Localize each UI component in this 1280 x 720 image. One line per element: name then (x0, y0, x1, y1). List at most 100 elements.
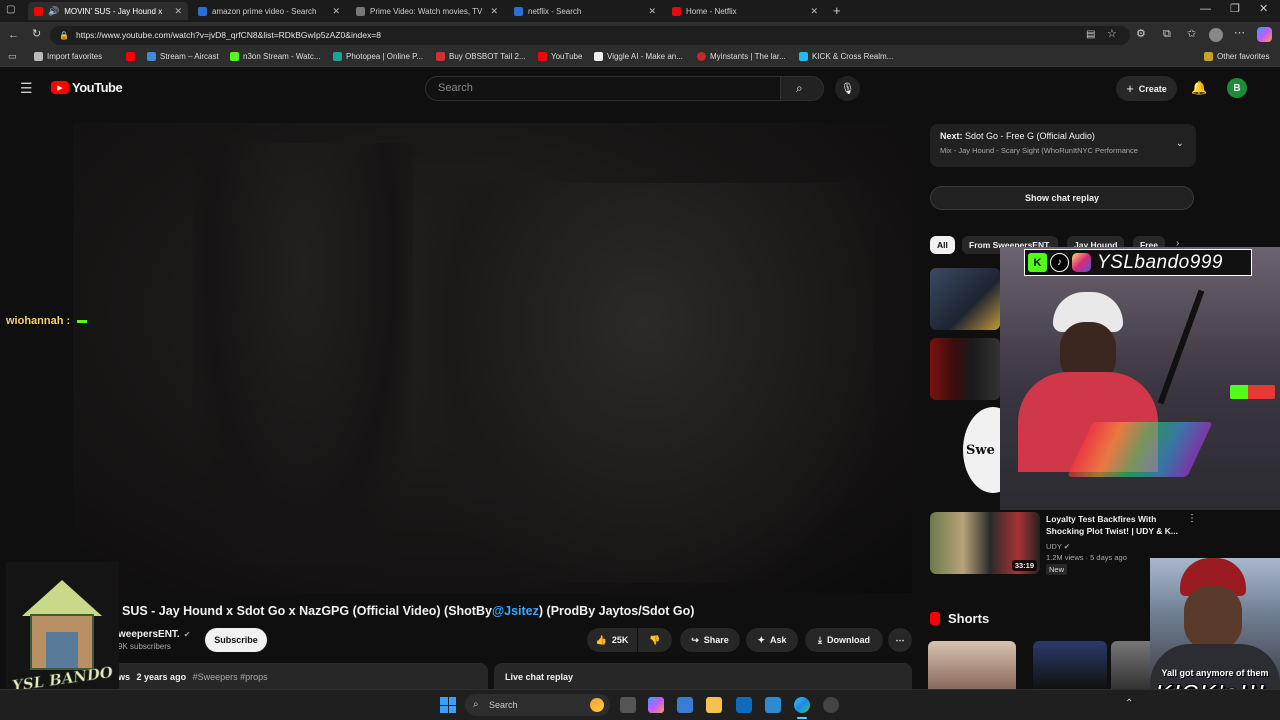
subscribe-button[interactable]: Subscribe (205, 628, 267, 652)
show-chat-replay-button[interactable]: Show chat replay (930, 186, 1194, 210)
bookmark-n3on[interactable]: n3on Stream - Watc... (230, 52, 321, 61)
reaction-meme-overlay: Yall got anymore of them (1150, 558, 1280, 689)
windows-start-icon[interactable] (440, 697, 456, 713)
rec-title-line1: Loyalty Test Backfires With (1046, 514, 1157, 524)
description-box[interactable]: ws 2 years ago #Sweepers #props (73, 663, 488, 689)
close-tab-icon[interactable]: ✕ (490, 6, 498, 17)
close-tab-icon[interactable]: ✕ (810, 6, 818, 17)
myinstants-icon (697, 52, 706, 61)
search-input[interactable]: Search (425, 76, 781, 101)
bookmark-label: Stream – Aircast (160, 52, 219, 61)
profile-avatar-icon[interactable] (1209, 28, 1223, 42)
speaker-icon[interactable]: 🔊 (48, 6, 59, 17)
ask-button[interactable]: ✦ Ask (746, 628, 798, 652)
sweepers-logo-icon: Swe (966, 442, 995, 458)
close-window-icon[interactable]: ✕ (1259, 4, 1268, 15)
tab-youtube[interactable]: 🔊 MOVIN' SUS - Jay Hound x S ✕ (28, 2, 188, 20)
hamburger-menu-icon[interactable]: ☰ (20, 81, 33, 95)
rec-thumbnail-1[interactable] (930, 268, 1000, 330)
split-screen-icon[interactable]: ⧉ (1163, 29, 1171, 40)
task-view-icon[interactable] (620, 697, 636, 713)
taskbar-search[interactable]: ⌕ Search (465, 694, 610, 716)
copilot-icon[interactable] (1257, 27, 1272, 42)
bookmark-obsbot[interactable]: Buy OBSBOT Tail 2... (436, 52, 526, 61)
tab-title: amazon prime video - Search (212, 6, 317, 16)
refresh-icon[interactable]: ↻ (32, 29, 41, 40)
new-tab-icon[interactable]: + (833, 4, 841, 17)
favorites-icon[interactable]: ✩ (1187, 29, 1196, 40)
tab-netflix-search[interactable]: netflix - Search ✕ (508, 2, 662, 20)
tab-netflix-home[interactable]: Home - Netflix ✕ (666, 2, 824, 20)
bookmark-import-favorites[interactable]: Import favorites (34, 52, 102, 61)
photos-icon[interactable] (765, 697, 781, 713)
chevron-down-icon[interactable]: ⌄ (1176, 138, 1184, 149)
copilot-taskbar-icon[interactable] (648, 697, 664, 713)
minimize-icon[interactable]: — (1200, 4, 1211, 15)
channel-info[interactable]: weepersENT. ✔ 9K subscribers (118, 629, 190, 651)
close-tab-icon[interactable]: ✕ (648, 6, 656, 17)
more-menu-icon[interactable]: ⋯ (1234, 28, 1245, 39)
outlook-icon[interactable] (736, 697, 752, 713)
rec-thumbnail-4: 33:19 (930, 512, 1040, 574)
youtube-logo[interactable]: ▶ YouTube (51, 80, 123, 95)
voice-search-button[interactable]: 🎙 (835, 76, 860, 101)
video-title-mention[interactable]: @Jsitez (492, 604, 539, 618)
browser-tab-bar: ▢ 🔊 MOVIN' SUS - Jay Hound x S ✕ amazon … (0, 0, 1280, 22)
bookmarks-menu-icon[interactable]: ▭ (8, 52, 17, 61)
rec-video-loyalty-test[interactable]: 33:19 Loyalty Test Backfires With Shocki… (930, 512, 1197, 578)
bookmark-youtube[interactable]: YouTube (538, 52, 582, 61)
short-thumbnail-3[interactable] (1111, 641, 1151, 689)
bookmark-myinstants[interactable]: Myinstants | The lar... (697, 52, 786, 61)
subscriber-count: 9K subscribers (118, 642, 171, 651)
edge-browser-icon[interactable] (794, 697, 810, 713)
restore-icon[interactable]: ❐ (1230, 4, 1240, 15)
bookmark-kick-cross[interactable]: KICK & Cross Realm... (799, 52, 893, 61)
more-actions-button[interactable]: ⋯ (888, 628, 912, 652)
rec-thumbnail-2[interactable] (930, 338, 1000, 400)
download-button[interactable]: ⤓ Download (805, 628, 883, 652)
short-thumbnail-1[interactable] (928, 641, 1016, 689)
tab-title: netflix - Search (528, 6, 582, 16)
live-chat-replay-panel[interactable]: Live chat replay (494, 663, 912, 689)
close-tab-icon[interactable]: ✕ (332, 6, 340, 17)
dislike-button[interactable]: 👎 (638, 628, 672, 652)
like-button[interactable]: 👍 25K (587, 628, 637, 652)
search-button[interactable]: ⌕ (780, 76, 824, 101)
emote-icon (77, 319, 88, 323)
close-tab-icon[interactable]: ✕ (174, 6, 182, 17)
back-icon[interactable]: ← (8, 30, 19, 41)
tab-prime-video[interactable]: Prime Video: Watch movies, TV sh ✕ (350, 2, 504, 20)
reader-view-icon[interactable]: ▤ (1086, 30, 1095, 40)
settings-icon[interactable] (823, 697, 839, 713)
file-explorer-icon[interactable] (706, 697, 722, 713)
url-input[interactable]: 🔒 https://www.youtube.com/watch?v=jvD8_q… (50, 26, 1130, 45)
channel-name[interactable]: weepersENT. (118, 629, 180, 640)
short-thumbnail-2[interactable] (1033, 641, 1107, 689)
bookmark-aircast[interactable]: Stream – Aircast (147, 52, 219, 61)
other-favorites[interactable]: Other favorites (1204, 52, 1269, 61)
system-tray-chevron-icon[interactable]: ⌃ (1125, 699, 1133, 709)
bookmark-photopea[interactable]: Photopea | Online P... (333, 52, 423, 61)
browser-menu-icon[interactable]: ▢ (6, 5, 15, 15)
favorite-star-icon[interactable]: ☆ (1107, 29, 1117, 40)
bookmark-viggle[interactable]: Viggle AI - Make an... (594, 52, 683, 61)
tab-amazon-search[interactable]: amazon prime video - Search ✕ (192, 2, 346, 20)
rec-channel[interactable]: UDY (1046, 542, 1062, 551)
rec-more-icon[interactable]: ⋮ (1187, 513, 1197, 524)
url-text: https://www.youtube.com/watch?v=jvD8_qrf… (76, 30, 381, 40)
bookmark-youtube-icon-only[interactable] (126, 52, 135, 61)
obsbot-icon (436, 52, 445, 61)
hashtags[interactable]: #Sweepers #props (193, 672, 268, 682)
video-player[interactable] (73, 123, 912, 593)
share-button[interactable]: ↪ Share (680, 628, 740, 652)
chip-all[interactable]: All (930, 236, 955, 254)
extensions-icon[interactable]: ⚙ (1136, 29, 1146, 40)
playlist-next-panel[interactable]: Next: Sdot Go - Free G (Official Audio) … (930, 124, 1196, 167)
youtube-favicon-icon (34, 6, 43, 16)
store-icon[interactable] (677, 697, 693, 713)
kick-logo-small (1230, 385, 1275, 399)
create-button[interactable]: + Create (1116, 76, 1177, 101)
more-horizontal-icon: ⋯ (895, 634, 905, 645)
notifications-bell-icon[interactable]: 🔔 (1191, 81, 1207, 94)
account-avatar[interactable]: B (1227, 78, 1247, 98)
